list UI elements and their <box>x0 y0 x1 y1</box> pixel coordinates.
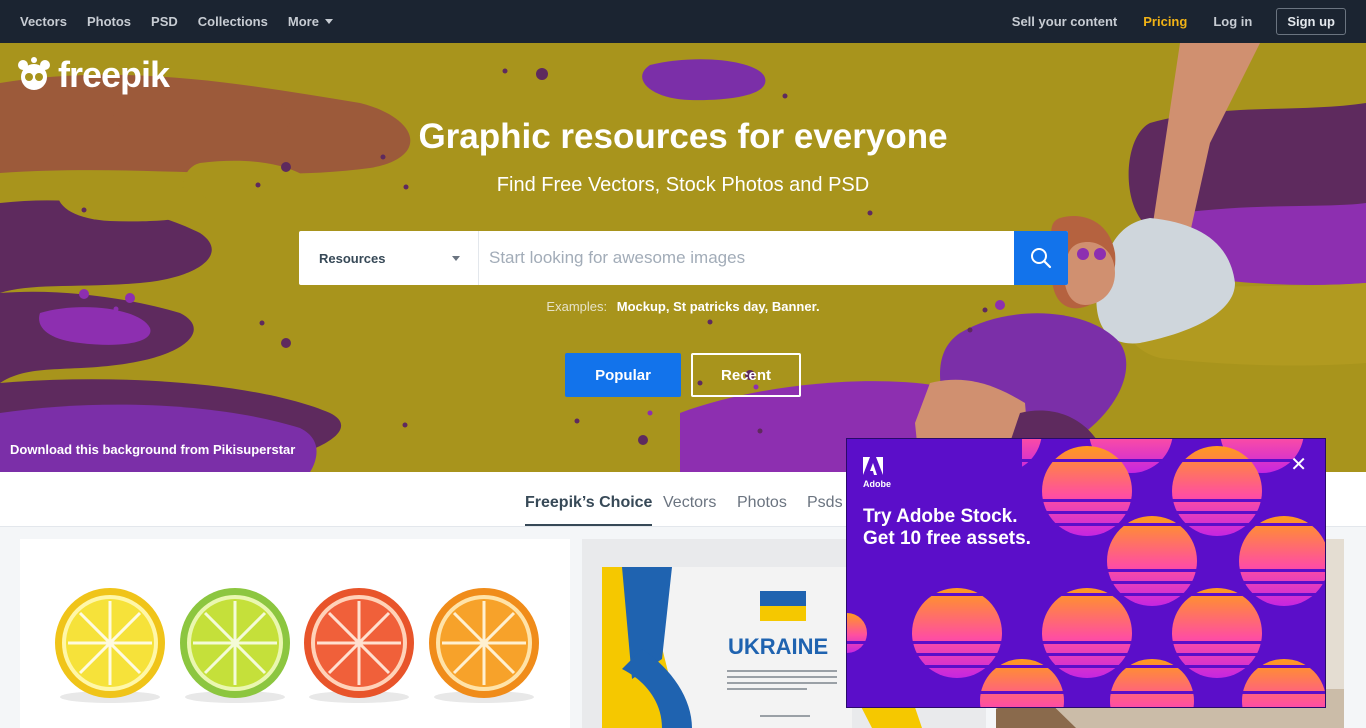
search-button[interactable] <box>1014 231 1068 285</box>
signup-button[interactable]: Sign up <box>1276 8 1346 35</box>
hero-title: Graphic resources for everyone <box>418 117 948 156</box>
background-credit-link[interactable]: Download this background from Pikisupers… <box>10 442 295 457</box>
citrus-slices-image <box>55 588 539 703</box>
tab-vectors[interactable]: Vectors <box>663 494 716 512</box>
nav-left: Vectors Photos PSD Collections More <box>20 14 353 29</box>
chevron-down-icon <box>324 19 333 24</box>
ad-headline-2: Get 10 free assets. <box>863 528 1031 549</box>
example-link-st-patricks-day[interactable]: St patricks day <box>673 299 765 314</box>
ad-headline-1: Try Adobe Stock. <box>863 506 1018 527</box>
ad-sunset-pattern <box>847 439 1325 707</box>
examples-label: Examples: <box>546 299 608 314</box>
close-icon[interactable]: ✕ <box>1290 455 1307 475</box>
hero-banner: freepik Graphic resources for everyone F… <box>0 43 1366 472</box>
search-icon <box>1031 248 1052 269</box>
nav-more[interactable]: More <box>288 14 333 29</box>
search-examples: Examples: Mockup, St patricks day, Banne… <box>546 299 820 314</box>
freepik-logo-icon <box>18 57 50 90</box>
sell-content-link[interactable]: Sell your content <box>1012 14 1117 29</box>
pricing-link[interactable]: Pricing <box>1143 14 1187 29</box>
nav-psd[interactable]: PSD <box>151 14 178 29</box>
chevron-down-icon <box>452 256 460 261</box>
nav-more-label: More <box>287 14 319 29</box>
resource-type-select[interactable]: Resources <box>299 231 479 285</box>
hero-subtitle: Find Free Vectors, Stock Photos and PSD <box>496 174 870 196</box>
example-link-mockup[interactable]: Mockup <box>617 299 666 314</box>
nav-vectors[interactable]: Vectors <box>20 14 67 29</box>
search-input[interactable] <box>479 231 1014 285</box>
tab-photos[interactable]: Photos <box>737 494 787 512</box>
nav-right: Sell your content Pricing Log in Sign up <box>986 0 1346 43</box>
search-bar: Resources <box>299 231 1068 285</box>
top-nav: Vectors Photos PSD Collections More Sell… <box>0 0 1366 43</box>
login-link[interactable]: Log in <box>1213 14 1252 29</box>
logo-text: freepik <box>58 54 170 95</box>
resource-card-citrus[interactable] <box>20 539 570 728</box>
resource-type-label: Resources <box>319 250 386 266</box>
adobe-logo-icon <box>863 457 883 475</box>
recent-button[interactable]: Recent <box>691 353 801 397</box>
nav-collections[interactable]: Collections <box>198 14 268 29</box>
tab-freepiks-choice[interactable]: Freepik’s Choice <box>525 494 653 526</box>
popular-button[interactable]: Popular <box>565 353 681 397</box>
example-link-banner[interactable]: Banner <box>772 299 816 314</box>
tab-psds[interactable]: Psds <box>807 494 843 512</box>
freepik-logo[interactable]: freepik <box>14 54 170 95</box>
ukraine-title: UKRAINE <box>728 634 829 659</box>
ad-brand: Adobe <box>863 479 891 489</box>
adobe-stock-ad[interactable]: Adobe Try Adobe Stock. Get 10 free asset… <box>846 438 1326 708</box>
nav-photos[interactable]: Photos <box>87 14 131 29</box>
